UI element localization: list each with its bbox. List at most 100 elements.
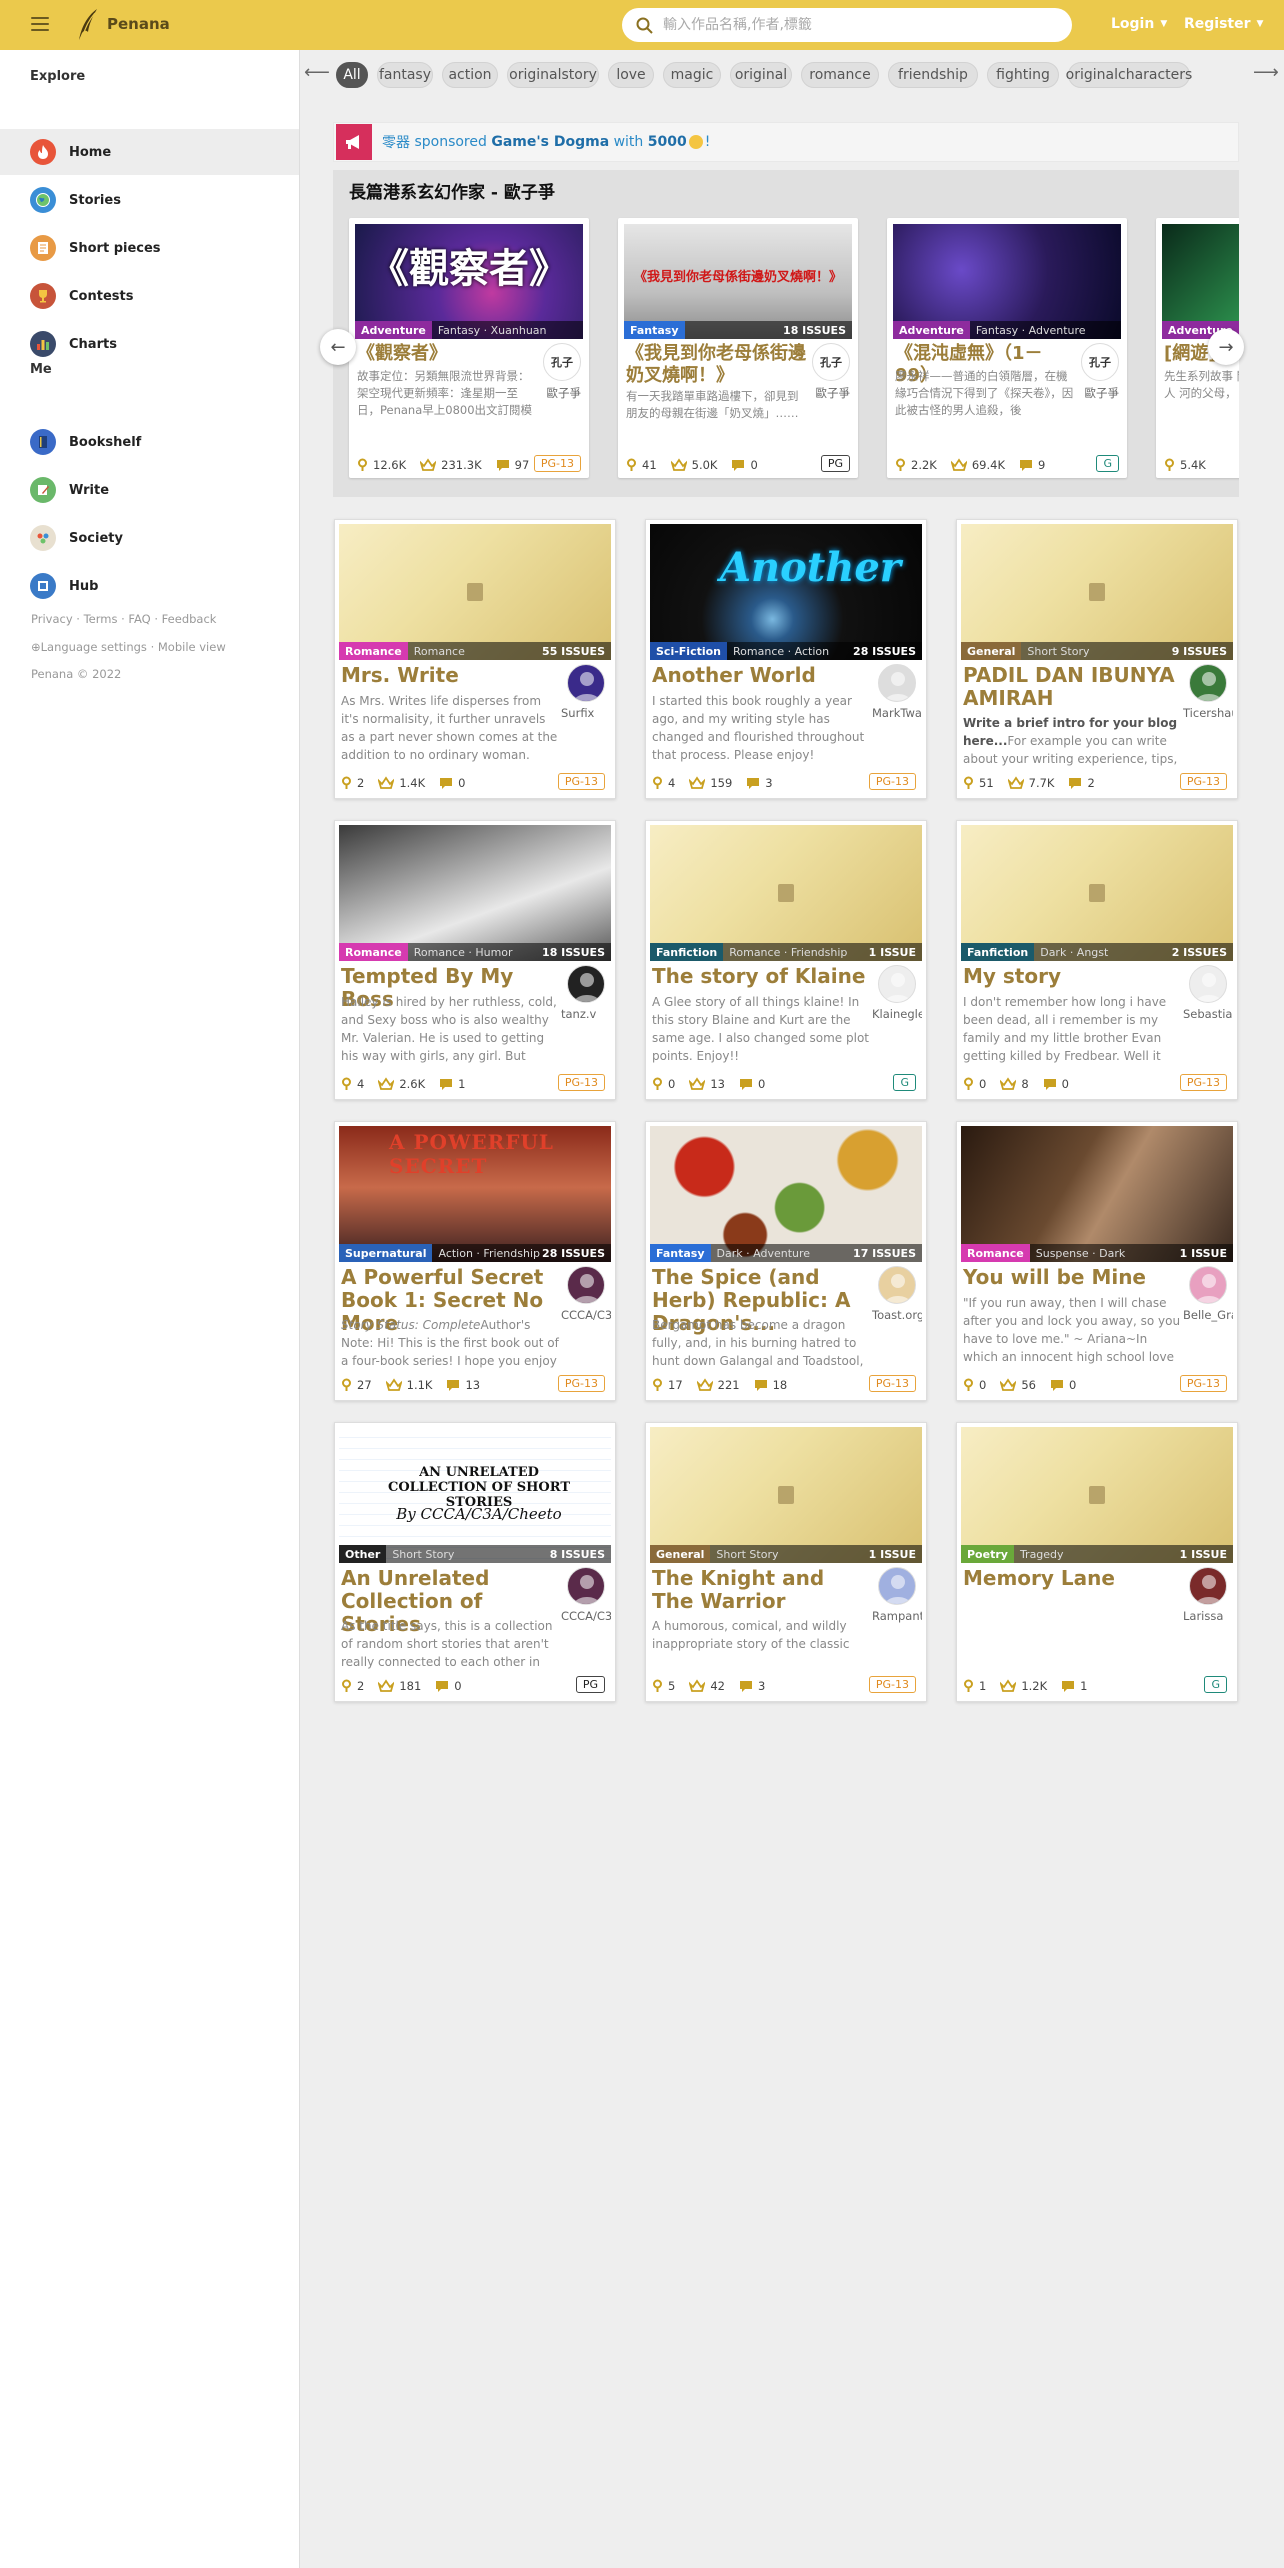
author-name[interactable]: 歐子爭	[1069, 385, 1120, 401]
story-card[interactable]: Romance Romance 55 ISSUES Mrs. Write As Mrs.…	[334, 519, 616, 799]
story-title[interactable]: 《我見到你老母係街邊奶叉燒啊！》	[626, 343, 806, 387]
story-cover[interactable]: Romance Romance 55 ISSUES	[339, 524, 611, 660]
story-cover[interactable]: Poetry Tragedy 1 ISSUE	[961, 1427, 1233, 1563]
carousel-next-button[interactable]: →	[1208, 329, 1244, 365]
author-avatar[interactable]: 孔子	[543, 343, 581, 381]
tag-action[interactable]: action	[442, 62, 498, 88]
story-cover[interactable]: Romance Romance · Humor 18 ISSUES	[339, 825, 611, 961]
genre-badge[interactable]: Adventure	[893, 321, 970, 339]
sidebar-item-contests[interactable]: Contests	[0, 273, 299, 319]
sponsor-name[interactable]: 零器	[382, 132, 410, 152]
story-card[interactable]: Another Sci-Fiction Romance · Action 28 ISS…	[645, 519, 927, 799]
author-avatar[interactable]	[1189, 965, 1227, 1003]
author-name[interactable]: Larissa	[1183, 1609, 1233, 1623]
sidebar-item-charts[interactable]: Charts	[0, 321, 299, 367]
story-title[interactable]: Memory Lane	[963, 1567, 1183, 1590]
author-name[interactable]: 歐子爭	[800, 385, 851, 401]
author-name[interactable]: MarkTwain	[872, 706, 922, 720]
author-avatar[interactable]	[567, 965, 605, 1003]
author-name[interactable]: Ticershaun	[1183, 706, 1233, 720]
story-card[interactable]: A POWERFUL SECRET Supernatural Action · Fr…	[334, 1121, 616, 1401]
story-cover[interactable]: Romance Suspense · Dark 1 ISSUE	[961, 1126, 1233, 1262]
story-title[interactable]: The Knight and The Warrior	[652, 1567, 872, 1613]
genre-badge[interactable]: Fanfiction	[961, 943, 1035, 961]
author-avatar[interactable]	[1189, 664, 1227, 702]
author-avatar[interactable]: 孔子	[812, 343, 850, 381]
author-avatar[interactable]: 孔子	[1081, 343, 1119, 381]
story-card[interactable]: Romance Romance · Humor 18 ISSUES Tempted B…	[334, 820, 616, 1100]
genre-badge[interactable]: General	[650, 1545, 711, 1563]
story-cover[interactable]: A POWERFUL SECRET Supernatural Action · Fr…	[339, 1126, 611, 1262]
author-avatar[interactable]	[567, 1266, 605, 1304]
author-name[interactable]: tanz.v	[561, 1007, 611, 1021]
author-name[interactable]: CCCA/C3A	[561, 1308, 611, 1322]
genre-badge[interactable]: Supernatural	[339, 1244, 433, 1262]
story-title[interactable]: Mrs. Write	[341, 664, 561, 687]
sidebar-item-bookshelf[interactable]: Bookshelf	[0, 419, 299, 465]
story-cover[interactable]: AN UNRELATED COLLECTION OF SHORT STORIES…	[339, 1427, 611, 1563]
author-name[interactable]: Toast.org	[872, 1308, 922, 1322]
login-button[interactable]: Login ▼	[1111, 16, 1167, 32]
register-button[interactable]: Register ▼	[1184, 16, 1263, 32]
tags-scroll-right-icon[interactable]: ⟶	[1253, 62, 1279, 83]
sidebar-item-home[interactable]: Home	[0, 129, 299, 175]
story-card[interactable]: Fanfiction Dark · Angst 2 ISSUES My story I …	[956, 820, 1238, 1100]
story-card[interactable]: Fanfiction Romance · Friendship 1 ISSUE The…	[645, 820, 927, 1100]
author-avatar[interactable]	[1189, 1567, 1227, 1605]
genre-badge[interactable]: Sci-Fiction	[650, 642, 728, 660]
genre-badge[interactable]: Romance	[339, 642, 408, 660]
tag-original[interactable]: original	[730, 62, 792, 88]
genre-badge[interactable]: Romance	[339, 943, 408, 961]
tag-All[interactable]: All	[336, 62, 368, 88]
sidebar-item-hub[interactable]: Hub	[0, 563, 299, 609]
tags-scroll-left-icon[interactable]: ⟵	[304, 62, 330, 83]
story-card[interactable]: AN UNRELATED COLLECTION OF SHORT STORIES…	[334, 1422, 616, 1702]
story-card[interactable]: Poetry Tragedy 1 ISSUE Memory Lane Larissa 1 1…	[956, 1422, 1238, 1702]
author-avatar[interactable]	[878, 664, 916, 702]
story-card[interactable]: General Short Story 1 ISSUE The Knight and …	[645, 1422, 927, 1702]
story-cover[interactable]: Adventure	[1162, 224, 1239, 339]
language-settings[interactable]: ⊕Language settings · Mobile view	[31, 640, 226, 654]
author-name[interactable]: Rampant	[872, 1609, 922, 1623]
story-title[interactable]: You will be Mine	[963, 1266, 1183, 1289]
sidebar-item-society[interactable]: Society	[0, 515, 299, 561]
tag-originalcharacters[interactable]: originalcharacters	[1066, 62, 1192, 88]
author-avatar[interactable]	[878, 1266, 916, 1304]
genre-badge[interactable]: Adventure	[355, 321, 432, 339]
story-cover[interactable]: Fanfiction Dark · Angst 2 ISSUES	[961, 825, 1233, 961]
hamburger-menu-icon[interactable]	[31, 17, 49, 31]
tag-originalstory[interactable]: originalstory	[507, 62, 599, 88]
carousel-prev-button[interactable]: ←	[320, 329, 356, 365]
genre-badge[interactable]: Fantasy	[650, 1244, 711, 1262]
tag-fantasy[interactable]: fantasy	[377, 62, 433, 88]
sidebar-item-short-pieces[interactable]: Short pieces	[0, 225, 299, 271]
story-cover[interactable]: General Short Story 1 ISSUE	[650, 1427, 922, 1563]
author-name[interactable]: Belle_Grace	[1183, 1308, 1233, 1322]
story-card[interactable]: General Short Story 9 ISSUES PADIL DAN IBUN…	[956, 519, 1238, 799]
genre-badge[interactable]: Fantasy	[624, 321, 685, 339]
carousel-story-card[interactable]: 《我見到你老母係街邊奶叉燒啊！》 Fantasy 18 ISSUES 《我見到你老母係…	[618, 218, 858, 478]
story-cover[interactable]: Fantasy Dark · Adventure 17 ISSUES	[650, 1126, 922, 1262]
story-title[interactable]: 《觀察者》	[357, 343, 537, 365]
tag-love[interactable]: love	[608, 62, 654, 88]
author-avatar[interactable]	[567, 1567, 605, 1605]
search-input[interactable]	[663, 17, 1043, 33]
author-name[interactable]: CCCA/C3A	[561, 1609, 611, 1623]
story-cover[interactable]: 《我見到你老母係街邊奶叉燒啊！》 Fantasy 18 ISSUES	[624, 224, 852, 339]
author-avatar[interactable]	[878, 1567, 916, 1605]
sidebar-item-write[interactable]: Write	[0, 467, 299, 513]
story-title[interactable]: Another World	[652, 664, 872, 687]
sidebar-item-stories[interactable]: Stories	[0, 177, 299, 223]
sponsor-banner[interactable]: 零器 sponsored Game's Dogma with 5000 !	[333, 122, 1239, 162]
author-name[interactable]: Sebastian	[1183, 1007, 1233, 1021]
genre-badge[interactable]: Romance	[961, 1244, 1030, 1262]
author-name[interactable]: 歐子爭	[531, 385, 582, 401]
story-cover[interactable]: Adventure Fantasy · Adventure	[893, 224, 1121, 339]
carousel-story-card[interactable]: 《觀察者》 Adventure Fantasy · Xuanhuan 《觀察者》 故事定…	[349, 218, 589, 478]
tag-friendship[interactable]: friendship	[888, 62, 978, 88]
story-card[interactable]: Fantasy Dark · Adventure 17 ISSUES The Spic…	[645, 1121, 927, 1401]
story-cover[interactable]: Another Sci-Fiction Romance · Action 28 ISS…	[650, 524, 922, 660]
sponsored-story[interactable]: Game's Dogma	[491, 134, 609, 150]
tag-magic[interactable]: magic	[663, 62, 721, 88]
carousel-story-card[interactable]: Adventure Fantasy · Adventure 《混沌虛無》（1－99）…	[887, 218, 1127, 478]
